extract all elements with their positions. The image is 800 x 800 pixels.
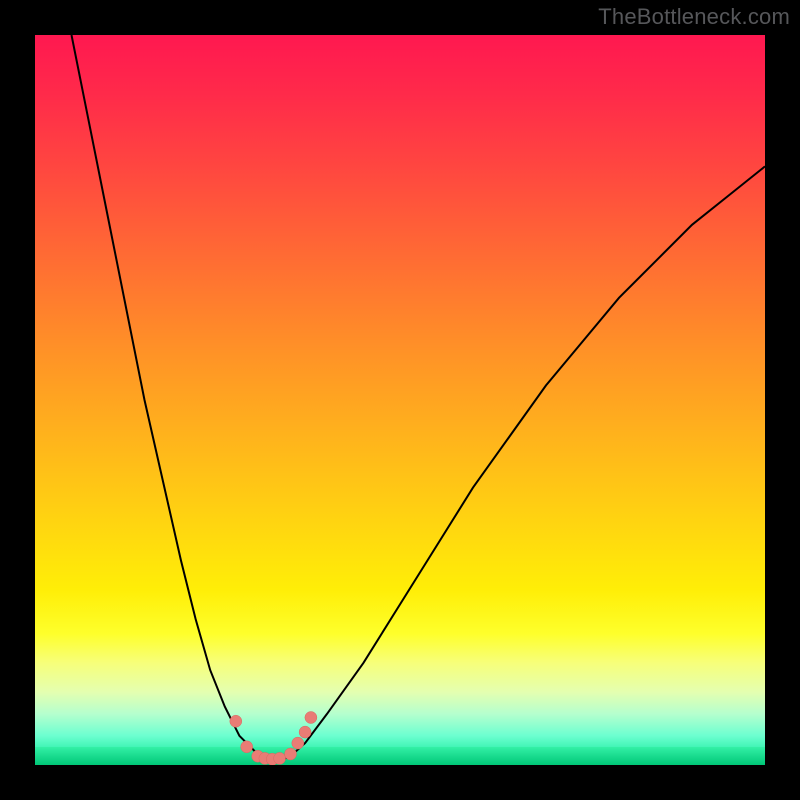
watermark-label: TheBottleneck.com (598, 4, 790, 30)
curve-marker (230, 715, 242, 727)
curve-line (72, 35, 766, 760)
curve-marker (299, 726, 311, 738)
curve-marker (274, 752, 286, 764)
plot-area (35, 35, 765, 765)
chart-frame: TheBottleneck.com (0, 0, 800, 800)
bottleneck-curve (35, 35, 765, 765)
curve-marker (241, 741, 253, 753)
curve-marker (305, 712, 317, 724)
curve-marker (292, 737, 304, 749)
curve-marker (285, 748, 297, 760)
